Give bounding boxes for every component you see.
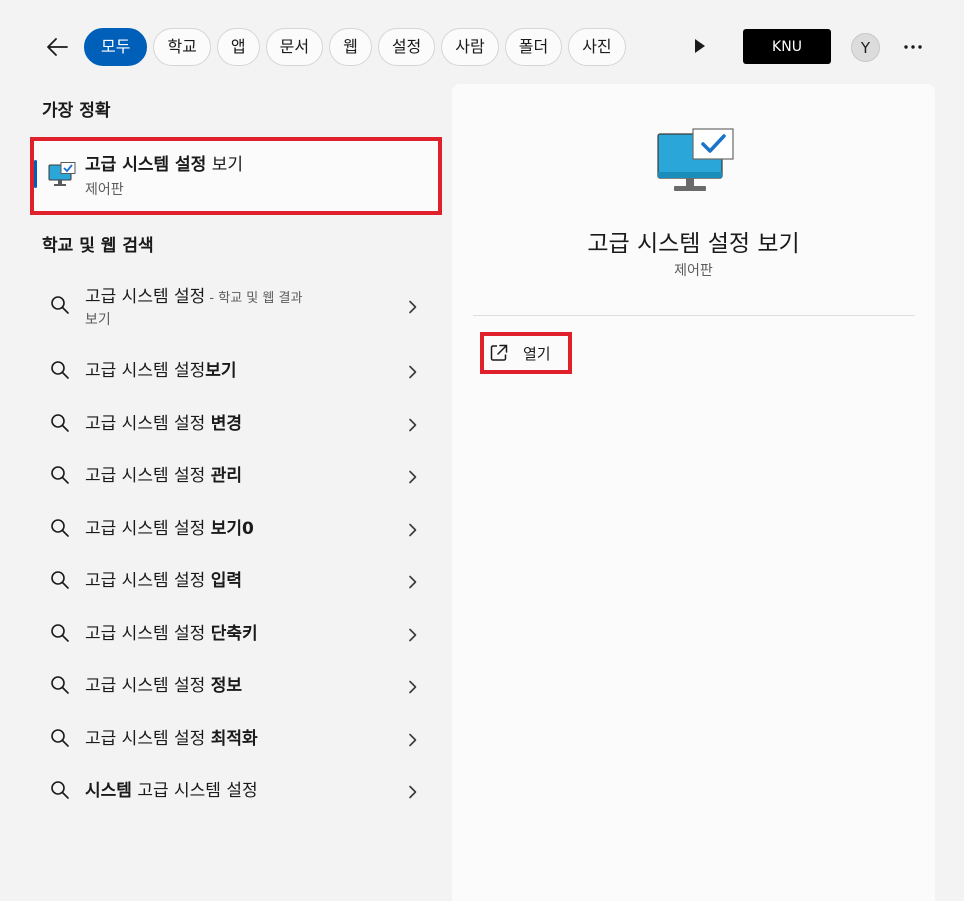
more-options-icon[interactable] <box>900 34 926 60</box>
detail-panel: 고급 시스템 설정 보기 제어판 열기 <box>452 84 935 901</box>
search-suggestion-row[interactable]: 고급 시스템 설정 변경 <box>34 409 442 437</box>
search-suggestion-row[interactable]: 고급 시스템 설정 보기0 <box>34 514 442 542</box>
filter-chip[interactable]: 설정 <box>377 28 436 66</box>
suggestion-text: 고급 시스템 설정 정보 <box>85 676 242 696</box>
chevron-right-icon[interactable] <box>408 364 418 383</box>
chevron-right-icon[interactable] <box>408 574 418 593</box>
suggestion-text: 고급 시스템 설정 관리 <box>85 466 242 486</box>
search-suggestion-row[interactable]: 고급 시스템 설정 최적화 <box>34 724 442 752</box>
suggestion-text: 고급 시스템 설정 보기0 <box>85 519 254 539</box>
search-suggestion-row[interactable]: 고급 시스템 설정 정보 <box>34 671 442 699</box>
search-top-bar: 모두 학교 앱 문서 웹 설정 사람 폴더 사진 KNU Y <box>0 0 964 90</box>
chevron-right-icon[interactable] <box>408 417 418 436</box>
search-suggestion-row[interactable]: 고급 시스템 설정 관리 <box>34 461 442 489</box>
filter-chip[interactable]: 학교 <box>153 28 211 66</box>
avatar[interactable]: Y <box>851 33 880 62</box>
detail-subtitle: 제어판 <box>674 263 713 279</box>
search-icon <box>50 675 70 699</box>
search-suggestion-row[interactable]: 고급 시스템 설정보기 <box>34 356 442 384</box>
search-icon <box>50 570 70 594</box>
chevron-right-icon[interactable] <box>408 469 418 488</box>
search-suggestion-row[interactable]: 고급 시스템 설정 입력 <box>34 566 442 594</box>
chevron-right-icon[interactable] <box>408 679 418 698</box>
filter-chip[interactable]: 웹 <box>329 28 372 66</box>
search-icon <box>50 518 70 542</box>
chevron-right-icon[interactable] <box>408 522 418 541</box>
filter-chip[interactable]: 사진 <box>568 28 626 66</box>
suggestion-text: 고급 시스템 설정보기 <box>85 361 237 381</box>
search-icon <box>50 728 70 752</box>
suggestion-text: 고급 시스템 설정 변경 <box>85 414 242 434</box>
filter-tabs: 모두 학교 앱 문서 웹 설정 사람 폴더 사진 <box>84 28 672 66</box>
divider <box>473 315 915 316</box>
chevron-right-icon[interactable] <box>408 627 418 646</box>
suggestion-text: 고급 시스템 설정 - 학교 및 웹 결과 <box>85 287 303 307</box>
suggestion-text-line2: 보기 <box>85 312 111 328</box>
search-suggestion-row[interactable]: 고급 시스템 설정 - 학교 및 웹 결과보기 <box>34 282 442 334</box>
filter-chip[interactable]: 모두 <box>84 28 148 66</box>
chevron-right-icon[interactable] <box>408 732 418 751</box>
organization-button[interactable]: KNU <box>743 29 831 64</box>
suggestion-text: 시스템 고급 시스템 설정 <box>85 781 258 801</box>
highlight-box-best-match <box>30 137 442 215</box>
chevron-right-icon[interactable] <box>408 784 418 803</box>
suggestion-text: 고급 시스템 설정 입력 <box>85 571 242 591</box>
back-button[interactable] <box>40 30 74 64</box>
search-suggestion-row[interactable]: 고급 시스템 설정 단축키 <box>34 619 442 647</box>
search-icon <box>50 465 70 489</box>
search-icon <box>50 780 70 804</box>
search-icon <box>50 623 70 647</box>
filter-chip[interactable]: 앱 <box>216 28 260 66</box>
suggestion-text: 고급 시스템 설정 단축키 <box>85 624 258 644</box>
filter-chip[interactable]: 문서 <box>265 28 324 66</box>
scroll-right-icon[interactable] <box>690 35 710 57</box>
filter-chip[interactable]: 폴더 <box>504 28 563 66</box>
suggestion-text: 고급 시스템 설정 최적화 <box>85 729 258 749</box>
arrow-left-icon <box>47 38 68 56</box>
chevron-right-icon[interactable] <box>408 299 418 318</box>
search-icon <box>50 360 70 384</box>
highlight-box-open <box>480 332 572 374</box>
best-match-heading: 가장 정확 <box>42 101 111 121</box>
search-icon <box>50 295 70 319</box>
search-suggestion-row[interactable]: 시스템 고급 시스템 설정 <box>34 776 442 804</box>
detail-title: 고급 시스템 설정 보기 <box>587 231 800 257</box>
monitor-check-icon <box>657 128 734 191</box>
filter-chip[interactable]: 사람 <box>441 28 499 66</box>
search-icon <box>50 413 70 437</box>
web-search-heading: 학교 및 웹 검색 <box>42 236 154 256</box>
